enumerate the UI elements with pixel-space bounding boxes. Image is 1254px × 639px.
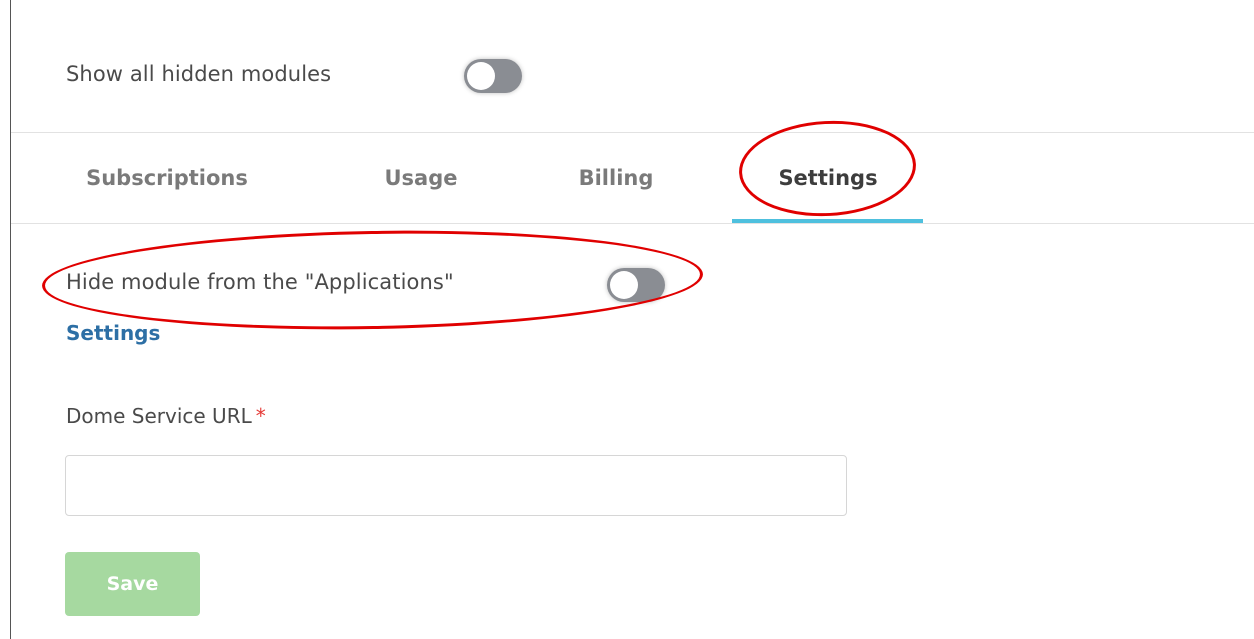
show-hidden-modules-row: Show all hidden modules: [66, 52, 331, 96]
tab-billing[interactable]: Billing: [561, 133, 671, 223]
dome-service-url-label-text: Dome Service URL: [66, 404, 252, 428]
tab-bar: Subscriptions Usage Billing Settings: [11, 133, 1254, 223]
module-settings-page: Show all hidden modules Subscriptions Us…: [0, 0, 1254, 639]
toggle-knob: [610, 271, 638, 299]
dome-service-url-label: Dome Service URL *: [66, 404, 266, 428]
tab-usage[interactable]: Usage: [366, 133, 476, 223]
required-asterisk: *: [255, 404, 266, 428]
tab-settings[interactable]: Settings: [733, 133, 923, 223]
hide-module-toggle[interactable]: [607, 268, 665, 302]
show-hidden-modules-label: Show all hidden modules: [66, 62, 332, 86]
left-border: [10, 0, 11, 639]
dome-service-url-input[interactable]: [65, 455, 847, 516]
tab-subscriptions[interactable]: Subscriptions: [77, 133, 257, 223]
show-hidden-modules-toggle[interactable]: [464, 59, 522, 93]
settings-section-title: Settings: [66, 321, 161, 345]
toggle-knob: [467, 62, 495, 90]
save-button[interactable]: Save: [65, 552, 200, 616]
hide-module-label: Hide module from the "Applications": [66, 270, 454, 294]
hide-module-row: Hide module from the "Applications": [66, 262, 454, 302]
tab-divider: [11, 223, 1254, 224]
